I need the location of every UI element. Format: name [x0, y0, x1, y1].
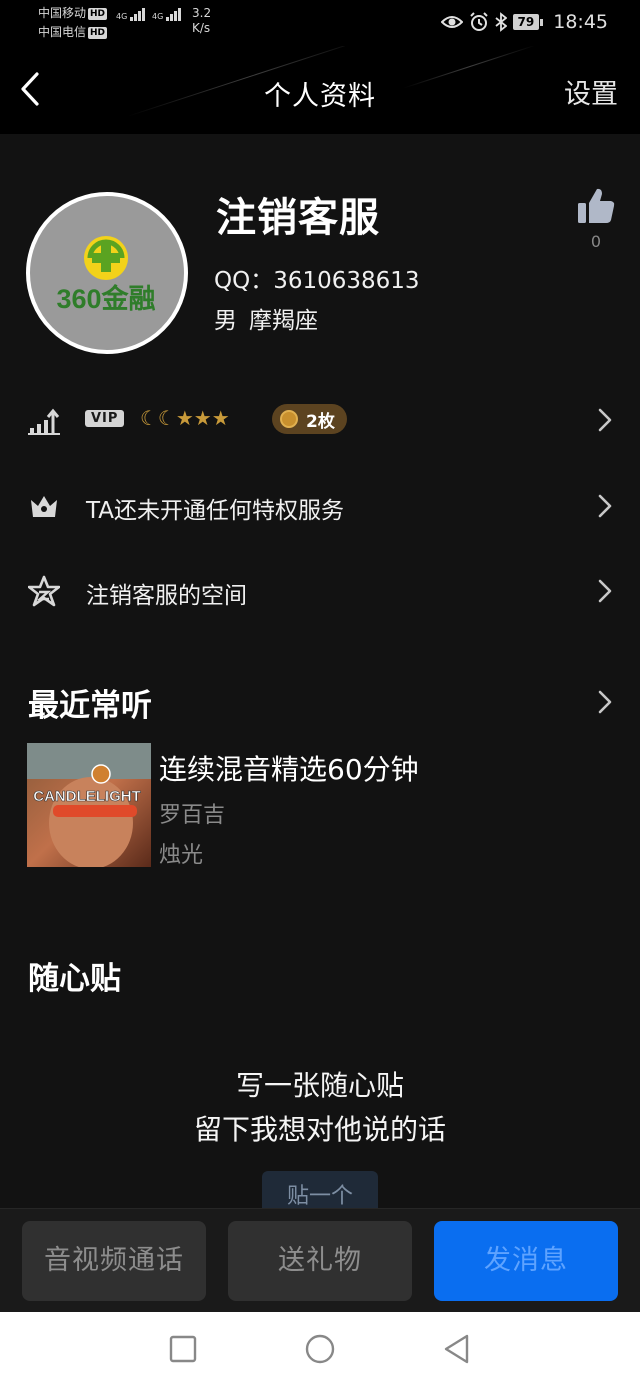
page-title: 个人资料	[264, 81, 376, 112]
privilege-row[interactable]: TA还未开通任何特权服务	[0, 476, 640, 536]
carrier-2: 中国电信	[38, 25, 87, 39]
star-icon	[28, 575, 60, 607]
avatar-logo: 360金融	[56, 236, 156, 314]
hd-badge: HD	[88, 8, 108, 20]
send-gift-button[interactable]: 送礼物	[228, 1221, 412, 1301]
qq-number: 3610638613	[273, 268, 420, 294]
net-speed-unit: K/s	[192, 21, 211, 35]
qq-line: QQ：3610638613	[214, 261, 420, 295]
home-icon[interactable]	[303, 1332, 337, 1366]
alarm-icon	[469, 12, 488, 31]
crown-icon	[31, 496, 57, 517]
zodiac: 摩羯座	[249, 308, 318, 334]
net-speed-value: 3.2	[192, 6, 212, 20]
qq-label: QQ：	[214, 268, 274, 294]
net-speed: 3.2 K/s	[192, 6, 211, 36]
av-call-button[interactable]: 音视频通话	[22, 1221, 206, 1301]
sticky-note-prompt-line-2: 留下我想对他说的话	[193, 1113, 446, 1146]
carrier-info: 中国移动 HD 中国电信 HD	[38, 4, 108, 42]
system-nav-bar	[0, 1312, 640, 1386]
signal-icon: 4G	[116, 8, 146, 21]
carrier-1: 中国移动	[38, 6, 87, 20]
chevron-right-icon	[598, 408, 612, 432]
space-row[interactable]: 注销客服的空间	[0, 561, 640, 621]
song-title[interactable]: 连续混音精选60分钟	[159, 748, 419, 788]
privilege-label: TA还未开通任何特权服务	[86, 498, 344, 524]
action-bar: 音视频通话 送礼物 发消息	[0, 1208, 640, 1312]
chevron-right-icon[interactable]	[598, 690, 612, 714]
network-type-label: 4G	[152, 12, 164, 21]
avatar[interactable]: 360金融	[26, 192, 188, 354]
song-artist: 罗百吉	[159, 803, 226, 828]
battery-level: 79	[512, 14, 540, 30]
coin-badge: 2枚	[272, 404, 347, 434]
gender-zodiac-line: 男摩羯座	[214, 301, 318, 335]
clock: 18:45	[553, 11, 608, 33]
album-cover[interactable]: CANDLELIGHT	[27, 743, 151, 867]
song-album: 烛光	[159, 843, 204, 868]
recent-section-title: 最近常听	[28, 688, 152, 724]
status-icons: 79 18:45	[440, 9, 608, 35]
hd-badge: HD	[88, 27, 108, 39]
chevron-right-icon	[598, 579, 612, 603]
header: 个人资料 设置	[0, 46, 640, 134]
status-bar: 中国移动 HD 中国电信 HD 4G 4G 3.2 K/s 79 18:45	[0, 0, 640, 46]
eye-icon	[440, 16, 463, 28]
back-triangle-icon[interactable]	[440, 1332, 474, 1366]
recent-apps-icon[interactable]	[166, 1332, 200, 1366]
battery-icon: 79	[512, 14, 544, 30]
gender: 男	[214, 308, 237, 334]
bluetooth-icon	[494, 12, 507, 32]
coin-icon	[280, 410, 298, 428]
nickname: 注销客服	[216, 195, 380, 241]
sticky-note-prompt-line-1: 写一张随心贴	[235, 1069, 404, 1102]
album-cover-text: CANDLELIGHT	[33, 788, 141, 805]
avatar-logo-text: 360金融	[56, 283, 155, 314]
level-row[interactable]: VIP ☾☾★★★ 2枚	[0, 390, 640, 450]
send-message-button[interactable]: 发消息	[434, 1221, 618, 1301]
signal-icon: 4G	[152, 8, 182, 21]
coin-count: 2枚	[306, 411, 335, 432]
level-up-icon	[28, 408, 60, 435]
sticky-note-section-title: 随心贴	[28, 961, 121, 997]
vip-badge: VIP	[85, 410, 125, 427]
like-button[interactable]: 0	[570, 186, 622, 256]
thumbs-up-icon	[578, 188, 615, 223]
settings-button[interactable]: 设置	[564, 72, 618, 111]
network-type-label: 4G	[116, 12, 128, 21]
chevron-right-icon	[598, 494, 612, 518]
album-cover-art: CANDLELIGHT	[27, 743, 151, 867]
level-moon-star-icons: ☾☾★★★	[140, 406, 230, 430]
like-count: 0	[590, 232, 602, 251]
space-label: 注销客服的空间	[86, 583, 247, 609]
